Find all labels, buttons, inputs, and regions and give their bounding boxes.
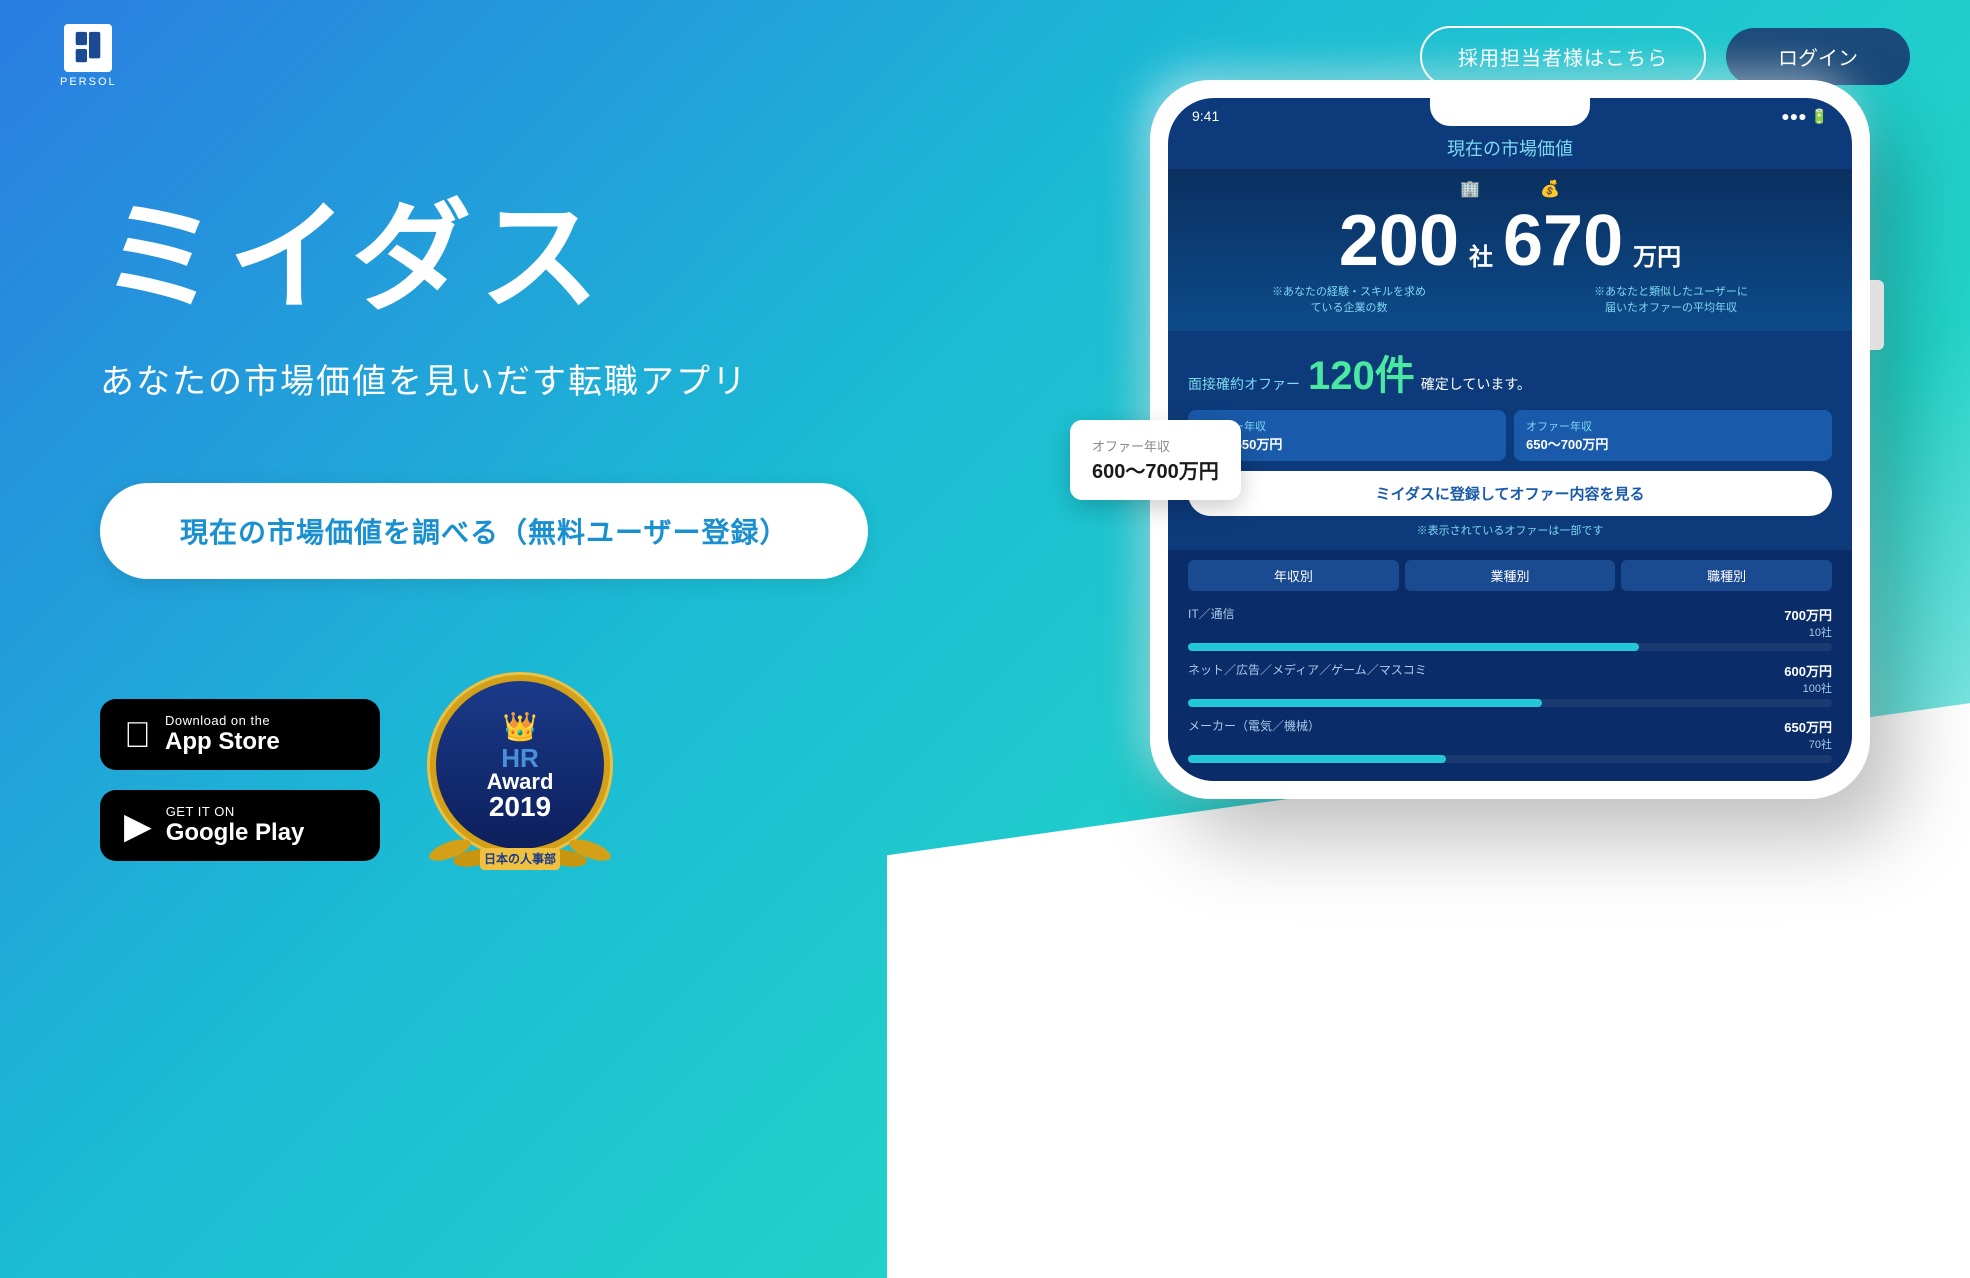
salary-annotation: ※あなたと類似したユーザーに届いたオファーの平均年収 [1591, 283, 1751, 315]
interview-sub: 確定しています。 [1421, 374, 1531, 394]
salary-value: 670 [1503, 205, 1623, 277]
row3-label: メーカー（電気／機械） [1188, 717, 1320, 752]
chart-tab-3[interactable]: 職種別 [1621, 560, 1832, 591]
mv-numbers: 200 社 670 万円 [1188, 205, 1832, 277]
mini-card1-label: オファー年収 [1200, 418, 1494, 434]
google-play-icon: ▶ [124, 805, 152, 847]
google-play-badge[interactable]: ▶ GET IT ON Google Play [100, 790, 380, 861]
mv-labels: 🏢 💰 [1188, 179, 1832, 199]
hero-section: PERSOL 採用担当者様はこちら ログイン ミイダス あなたの市場価値を見いだ… [0, 0, 1970, 1278]
interview-count: 120件 [1308, 343, 1415, 401]
companies-unit: 社 [1469, 237, 1493, 272]
offer-mini-card-2: オファー年収 650～700万円 [1514, 410, 1832, 461]
chart-tab-1[interactable]: 年収別 [1188, 560, 1399, 591]
recruiter-button[interactable]: 採用担当者様はこちら [1420, 26, 1706, 87]
notice-text: ※表示されているオファーは一部です [1188, 522, 1832, 538]
salary-icon: 💰 [1540, 179, 1560, 199]
row1-bar-bg [1188, 643, 1832, 651]
screen-title: 現在の市場価値 [1168, 135, 1852, 169]
award-award: Award [487, 771, 554, 793]
google-badge-small: GET IT ON [166, 804, 305, 819]
google-badge-large: Google Play [166, 819, 305, 847]
logo: PERSOL [60, 24, 117, 88]
row3-bar-bg [1188, 755, 1832, 763]
chart-row-1: IT／通信 700万円 10社 [1188, 605, 1832, 651]
cta-button[interactable]: 現在の市場価値を調べる（無料ユーザー登録） [100, 483, 868, 579]
phone-outer: 9:41 ●●● 🔋 現在の市場価値 🏢 💰 200 社 [1150, 80, 1870, 799]
chart-tabs: 年収別 業種別 職種別 [1168, 550, 1852, 597]
register-button[interactable]: ミイダスに登録してオファー内容を見る [1188, 471, 1832, 516]
phone-side-button [1870, 280, 1884, 350]
chart-rows: IT／通信 700万円 10社 [1168, 597, 1852, 781]
phone-signal: ●●● 🔋 [1781, 108, 1828, 125]
apple-badge-small: Download on the [165, 713, 280, 728]
offer-card-value: 600～700万円 [1092, 455, 1219, 484]
row3-bar-fill [1188, 755, 1446, 763]
company-annotation: ※あなたの経験・スキルを求めている企業の数 [1269, 283, 1429, 315]
google-badge-text: GET IT ON Google Play [166, 804, 305, 847]
offer-card-label: オファー年収 [1092, 436, 1219, 455]
row1-bar-fill [1188, 643, 1639, 651]
award-crown-icon: 👑 [503, 710, 538, 743]
companies-value: 200 [1339, 205, 1459, 277]
companies-icon: 🏢 [1460, 179, 1480, 199]
interview-section: 面接確約オファー 120件 確定しています。 オファー年収 600～650万円 … [1168, 331, 1852, 550]
phone-notch [1430, 98, 1590, 126]
chart-tab-2[interactable]: 業種別 [1405, 560, 1616, 591]
award-circle: 👑 HR Award 2019 [430, 675, 610, 855]
row2-val-top: 600万円 [1784, 661, 1832, 680]
row3-values: 650万円 70社 [1784, 717, 1832, 752]
award-year: 2019 [489, 793, 551, 821]
row2-label: ネット／広告／メディア／ゲーム／マスコミ [1188, 661, 1427, 696]
header-nav: 採用担当者様はこちら ログイン [1420, 26, 1910, 87]
phone-screen: 9:41 ●●● 🔋 現在の市場価値 🏢 💰 200 社 [1168, 98, 1852, 781]
mini-card2-value: 650～700万円 [1526, 434, 1820, 453]
row2-bar-bg [1188, 699, 1832, 707]
salary-unit: 万円 [1633, 237, 1681, 272]
phone-mockup: オファー年収 600～700万円 9:41 ●●● 🔋 現在の市場価値 [1150, 80, 1870, 799]
row1-label: IT／通信 [1188, 605, 1235, 640]
mv-annotations: ※あなたの経験・スキルを求めている企業の数 ※あなたと類似したユーザーに届いたオ… [1188, 283, 1832, 315]
phone-time: 9:41 [1192, 108, 1219, 125]
offer-cards-row: オファー年収 600～650万円 オファー年収 650～700万円 [1188, 410, 1832, 461]
logo-text: PERSOL [60, 76, 117, 88]
row1-values: 700万円 10社 [1784, 605, 1832, 640]
login-button[interactable]: ログイン [1726, 28, 1910, 85]
apple-icon:  [124, 714, 151, 756]
offer-card-floating: オファー年収 600～700万円 [1070, 420, 1241, 500]
chart-row-2: ネット／広告／メディア／ゲーム／マスコミ 600万円 100社 [1188, 661, 1832, 707]
apple-badge-text: Download on the App Store [165, 713, 280, 756]
row3-val-bottom: 70社 [1784, 736, 1832, 752]
svg-text:日本の人事部: 日本の人事部 [484, 851, 556, 866]
badge-area:  Download on the App Store ▶ GET IT ON … [100, 699, 380, 861]
market-value-section: 🏢 💰 200 社 670 万円 ※あなたの経験・スキルを求めている企業の数 ※… [1168, 169, 1852, 331]
row2-values: 600万円 100社 [1784, 661, 1832, 696]
mini-card2-label: オファー年収 [1526, 418, 1820, 434]
award-hr: HR [501, 745, 539, 771]
mini-card1-value: 600～650万円 [1200, 434, 1494, 453]
apple-badge-large: App Store [165, 728, 280, 756]
row2-val-bottom: 100社 [1784, 680, 1832, 696]
app-store-badge[interactable]:  Download on the App Store [100, 699, 380, 770]
hr-award-badge: 日本の人事部 👑 HR Award 2019 [430, 675, 610, 855]
row3-val-top: 650万円 [1784, 717, 1832, 736]
row2-bar-fill [1188, 699, 1542, 707]
screen-content: 現在の市場価値 🏢 💰 200 社 670 万円 [1168, 125, 1852, 781]
logo-icon [64, 24, 112, 72]
interview-title: 面接確約オファー [1188, 374, 1300, 394]
row1-val-bottom: 10社 [1784, 624, 1832, 640]
chart-row-3: メーカー（電気／機械） 650万円 70社 [1188, 717, 1832, 763]
row1-val-top: 700万円 [1784, 605, 1832, 624]
